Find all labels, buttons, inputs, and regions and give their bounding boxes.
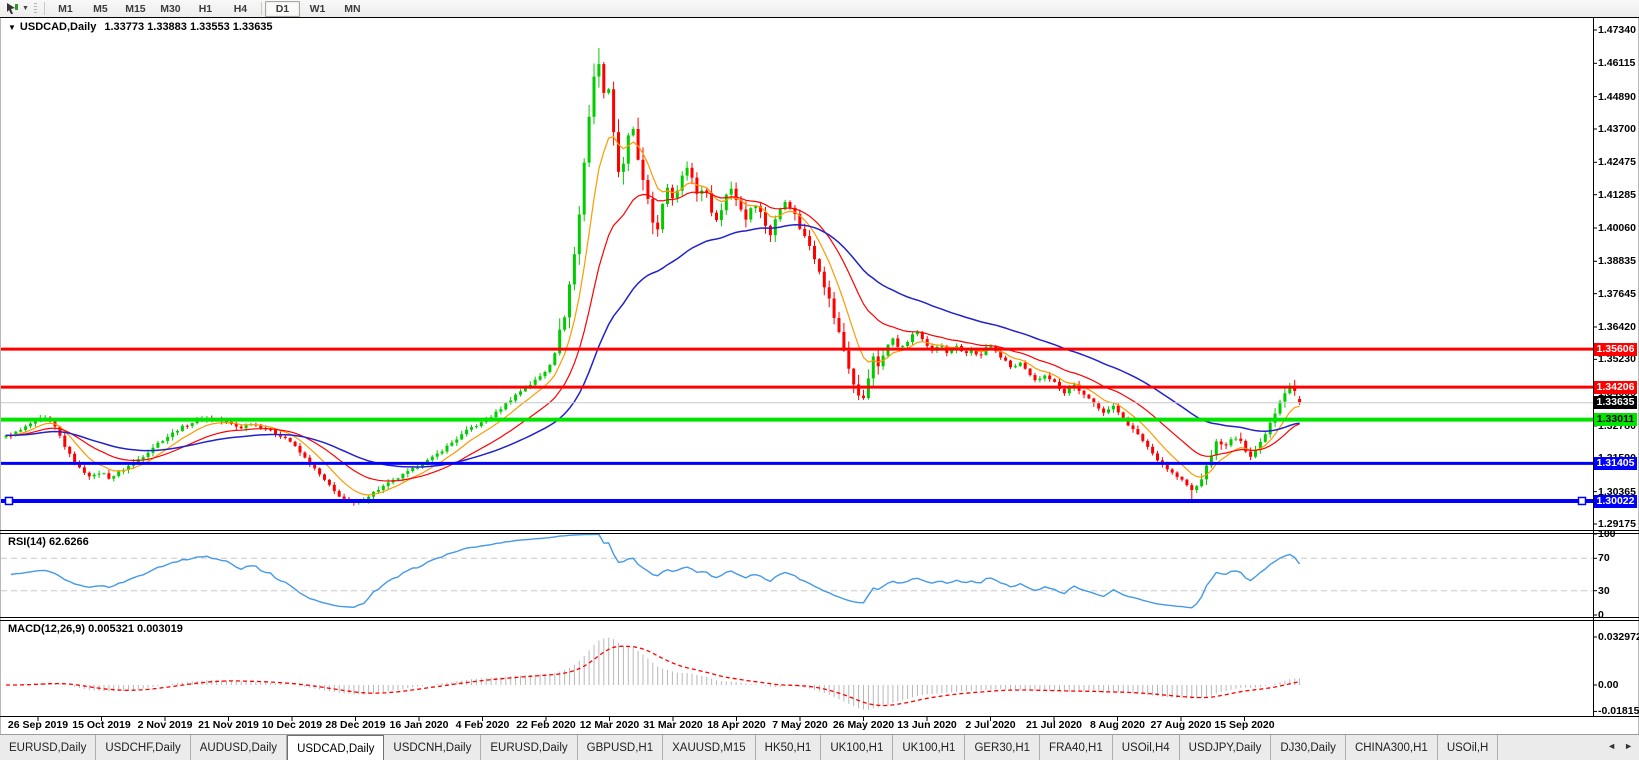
chart-tab-audusd-daily[interactable]: AUDUSD,Daily [191, 735, 288, 760]
tab-scroll-arrows: ◄ ► [1603, 737, 1637, 755]
price-tick-label: 1.43700 [1598, 123, 1636, 135]
chart-cursor-icon-glyph [7, 3, 18, 14]
chart-tab-gbpusd-h1[interactable]: GBPUSD,H1 [578, 735, 664, 760]
chart-cursor-icon[interactable] [3, 1, 21, 16]
chart-tab-uk100-h1[interactable]: UK100,H1 [893, 735, 966, 760]
price-tick-label: 1.38835 [1598, 255, 1636, 268]
chart-title: ▼ USDCAD,Daily 1.33773 1.33883 1.33553 1.3… [8, 21, 273, 33]
macd-tick-label: 0.032972 [1598, 631, 1639, 643]
macd-bottom-border [0, 716, 1639, 717]
price-tick-label: 1.42475 [1598, 156, 1636, 169]
date-tick-label: 15 Sep 2020 [1214, 719, 1275, 731]
chart-tab-bar: EURUSD,Daily USDCHF,Daily AUDUSD,Daily USDC… [0, 734, 1639, 760]
macd-indicator-label: MACD(12,26,9) 0.005321 0.003019 [8, 623, 183, 635]
chart-tab-eurusd-daily[interactable]: EURUSD,Daily [481, 735, 578, 760]
toolbar-separator [260, 2, 262, 15]
chart-tab-usoil-h[interactable]: USOil,H [1438, 735, 1499, 760]
rsi-tick-label: 0 [1598, 609, 1604, 621]
chart-tab-dj30-daily[interactable]: DJ30,Daily [1271, 735, 1346, 760]
rsi-tick-label: 100 [1598, 528, 1616, 540]
chevron-down-icon[interactable]: ▼ [22, 5, 29, 12]
timeframe-button-m15[interactable]: M15 [118, 1, 153, 17]
timeframe-buttons: M1 M5 M15 M30 H1 H4 D1 W1 MN [48, 0, 370, 17]
chart-top-border [0, 17, 1639, 18]
chart-tab-ger30-h1[interactable]: GER30,H1 [965, 735, 1041, 760]
price-level-badge: 1.31405 [1594, 456, 1637, 470]
price-level-badge: 1.35606 [1594, 342, 1637, 356]
title-caret-icon[interactable]: ▼ [8, 23, 16, 32]
chart-tab-usdcnh-daily[interactable]: USDCNH,Daily [384, 735, 482, 760]
main-rsi-separator[interactable] [0, 530, 1639, 531]
macd-tick-label: 0.00 [1598, 679, 1619, 691]
toolbar-grip [33, 2, 37, 15]
price-tick-label: 1.46115 [1598, 57, 1636, 70]
macd-tick-label: -0.018154 [1598, 705, 1639, 718]
tab-scroll-right-icon[interactable]: ► [1624, 741, 1633, 751]
price-axis-border [1593, 17, 1594, 717]
chart-tab-usoil-h4[interactable]: USOil,H4 [1113, 735, 1180, 760]
toolbar-separator [43, 2, 45, 15]
current-price-badge: 1.33635 [1594, 396, 1637, 410]
mt4-terminal: ▼ M1 M5 M15 M30 H1 H4 D1 W1 MN ▼ USDCAD,Daily 1.33… [0, 0, 1639, 760]
price-tick-label: 1.36420 [1598, 321, 1636, 333]
chart-tab-usdcad-daily[interactable]: USDCAD,Daily [287, 735, 385, 760]
chart-tab-usdjpy-daily[interactable]: USDJPY,Daily [1180, 735, 1272, 760]
chart-tab-uk100-h1[interactable]: UK100,H1 [821, 735, 894, 760]
timeframe-button-mn[interactable]: MN [335, 1, 370, 17]
rsi-tick-label: 30 [1598, 584, 1610, 597]
symbol-period-label: USDCAD,Daily [19, 21, 97, 33]
main-rsi-separator-2 [0, 533, 1639, 534]
chart-tab-usdchf-daily[interactable]: USDCHF,Daily [96, 735, 191, 760]
timeframe-button-m30[interactable]: M30 [153, 1, 188, 17]
rsi-indicator-label: RSI(14) 62.6266 [8, 536, 89, 548]
price-tick-label: 1.40060 [1598, 222, 1636, 234]
timeframe-button-h4[interactable]: H4 [223, 1, 258, 17]
rsi-tick-label: 70 [1598, 552, 1610, 565]
price-level-badge: 1.34206 [1594, 380, 1637, 394]
chart-tab-fra40-h1[interactable]: FRA40,H1 [1040, 735, 1113, 760]
timeframe-button-h1[interactable]: H1 [188, 1, 223, 17]
price-tick-label: 1.47340 [1598, 24, 1636, 36]
timeframe-button-m1[interactable]: M1 [48, 1, 83, 17]
timeframe-button-d1[interactable]: D1 [264, 0, 300, 17]
rsi-macd-separator-2 [0, 620, 1639, 621]
timeframe-button-m5[interactable]: M5 [83, 1, 118, 17]
chart-tab-xauusd-m15[interactable]: XAUUSD,M15 [663, 735, 756, 760]
chart-tab-china300-h1[interactable]: CHINA300,H1 [1346, 735, 1438, 760]
timeframe-button-w1[interactable]: W1 [300, 1, 335, 17]
price-tick-label: 1.37645 [1598, 287, 1636, 300]
chart-tab-hk50-h1[interactable]: HK50,H1 [756, 735, 822, 760]
ohlc-values: 1.33773 1.33883 1.33553 1.33635 [104, 21, 273, 33]
tab-scroll-left-icon[interactable]: ◄ [1607, 741, 1616, 751]
price-tick-label: 1.44890 [1598, 90, 1636, 103]
price-tick-label: 1.41285 [1598, 188, 1636, 201]
price-level-badge: 1.33011 [1594, 413, 1637, 427]
rsi-macd-separator[interactable] [0, 617, 1639, 618]
price-level-badge: 1.30022 [1594, 494, 1637, 508]
chart-tab-eurusd-daily[interactable]: EURUSD,Daily [0, 735, 97, 760]
chart-window[interactable] [0, 17, 1639, 734]
timeframe-toolbar: ▼ M1 M5 M15 M30 H1 H4 D1 W1 MN [0, 0, 1639, 18]
